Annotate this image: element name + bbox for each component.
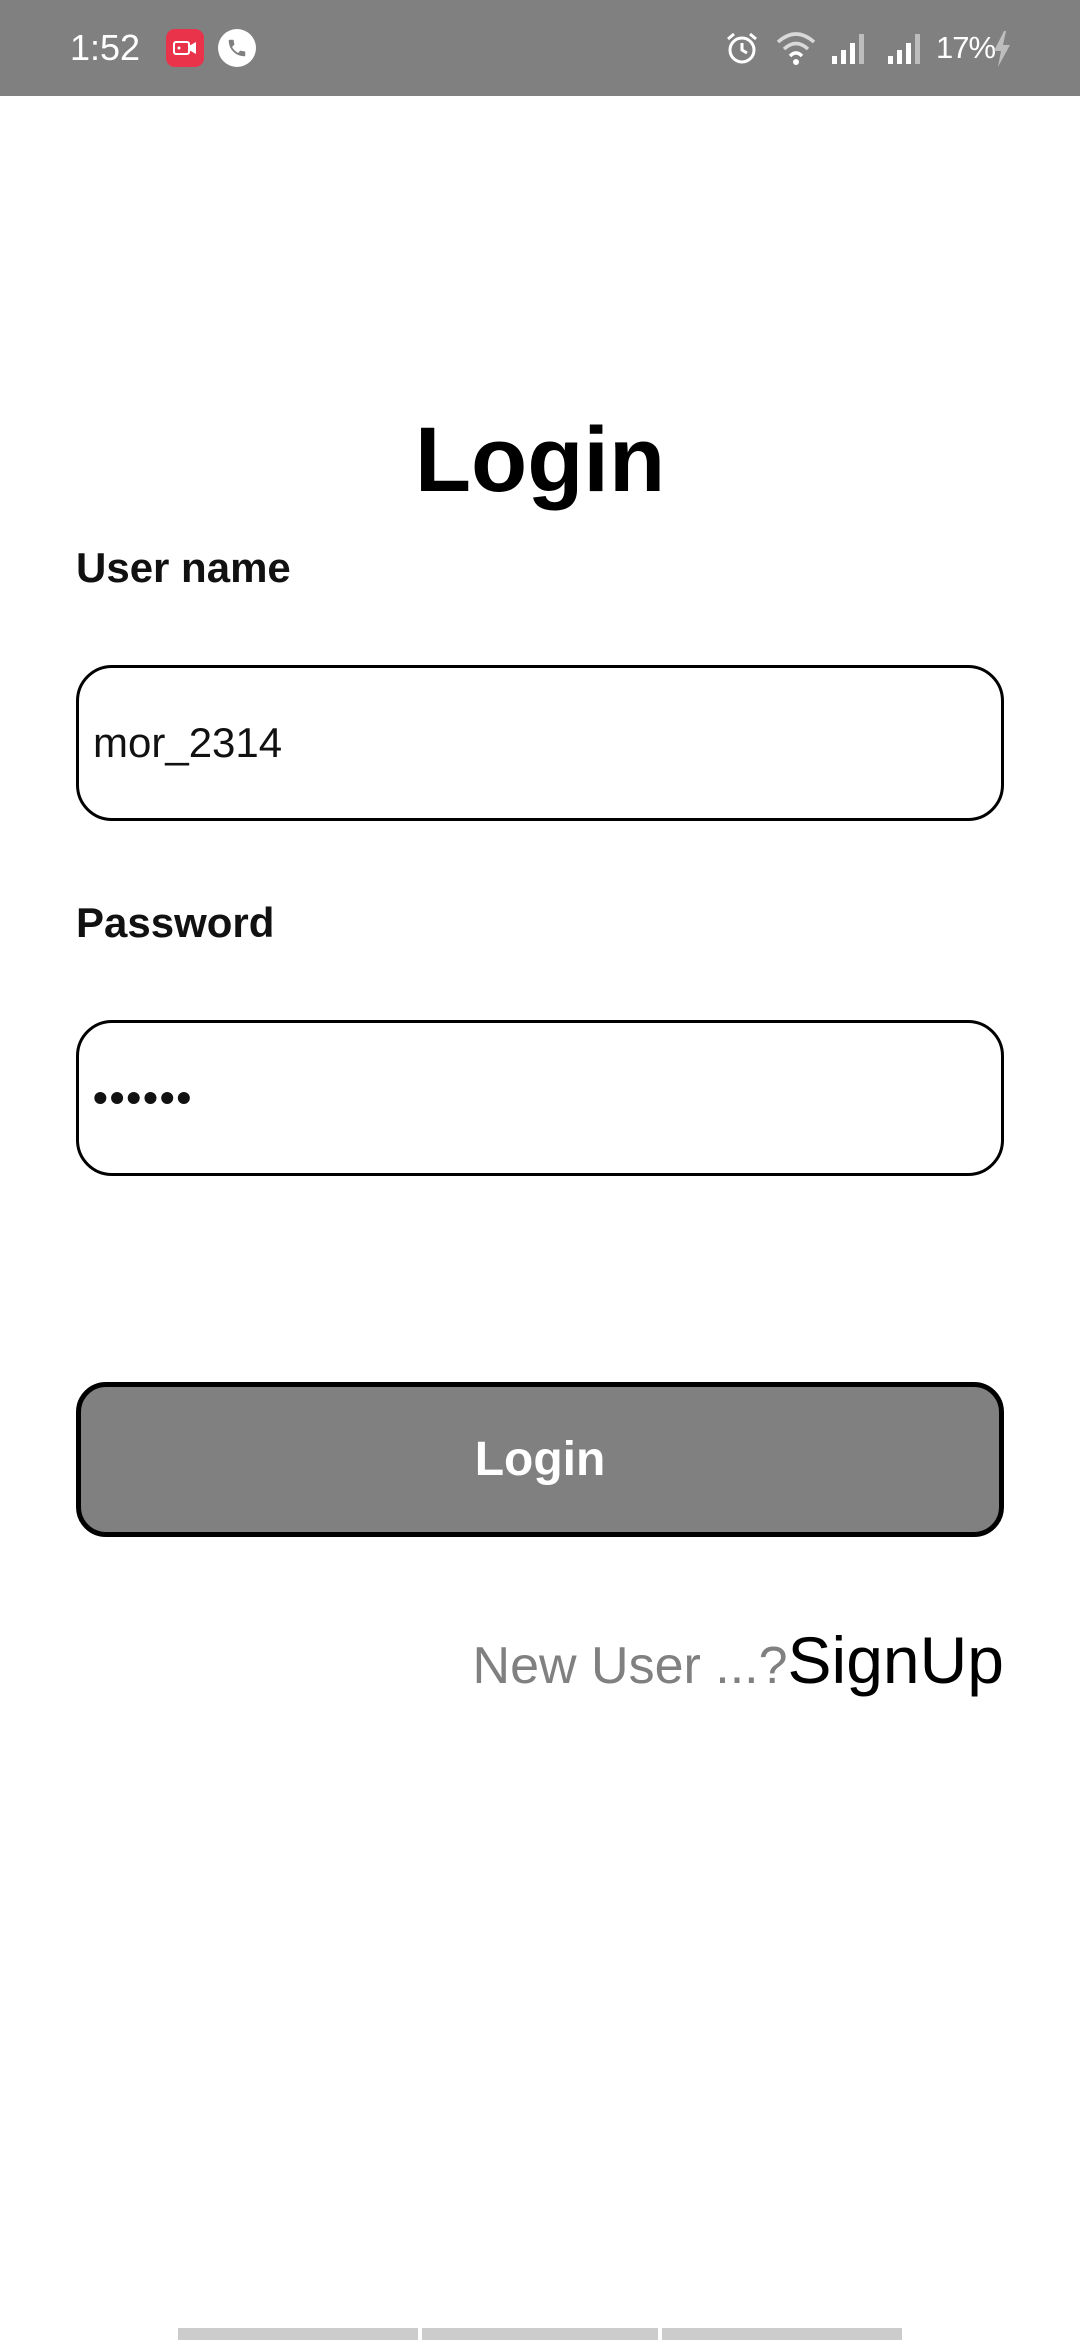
password-input[interactable]: ••••••	[76, 1020, 1004, 1176]
charging-icon	[992, 30, 1012, 73]
nav-handle-right[interactable]	[662, 2328, 902, 2340]
nav-handle-left[interactable]	[178, 2328, 418, 2340]
signal-icon	[830, 30, 866, 71]
screen-recorder-icon	[166, 29, 204, 67]
nav-handle-center[interactable]	[422, 2328, 658, 2340]
battery-percent: 17%	[936, 30, 996, 65]
phone-call-icon	[218, 29, 256, 67]
signup-row: New User ...? SignUp	[473, 1625, 1004, 1701]
wifi-icon	[776, 30, 816, 71]
username-label: User name	[76, 544, 291, 591]
status-time: 1:52	[70, 27, 141, 68]
username-input[interactable]: mor_2314	[76, 665, 1004, 821]
alarm-icon	[724, 30, 760, 71]
page-title: Login	[414, 409, 666, 511]
password-label: Password	[76, 899, 275, 946]
signup-prompt: New User ...?	[472, 1637, 788, 1695]
status-bar: 1:52 17%	[0, 0, 1080, 96]
signal-icon	[886, 30, 922, 71]
login-button[interactable]: Login	[76, 1382, 1004, 1537]
signup-link[interactable]: SignUp	[788, 1625, 1004, 1695]
password-value: ••••••	[93, 1074, 194, 1121]
login-button-label: Login	[474, 1433, 606, 1486]
username-value: mor_2314	[93, 719, 283, 766]
